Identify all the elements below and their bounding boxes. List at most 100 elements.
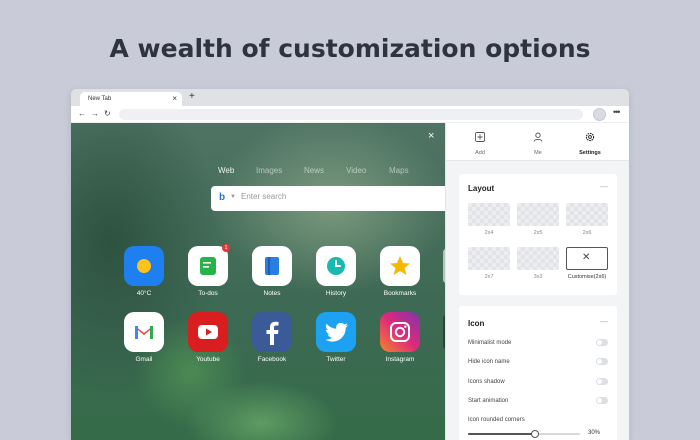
setting-label: Minimalist mode bbox=[468, 340, 512, 346]
app-facebook[interactable]: Facebook bbox=[247, 312, 297, 363]
layout-thumbnail: ✕ bbox=[566, 247, 608, 270]
layout-title: Layout bbox=[468, 184, 495, 193]
setting-label: Hide icon name bbox=[468, 359, 510, 365]
youtube-icon bbox=[188, 312, 228, 352]
instagram-icon bbox=[380, 312, 420, 352]
setting-icons-shadow: Icons shadow bbox=[468, 378, 608, 388]
app-label: Bookmarks bbox=[383, 290, 417, 297]
layout-option-customise[interactable]: ✕ Customise(2x6) bbox=[566, 247, 608, 280]
user-icon bbox=[533, 132, 543, 142]
search-tab-news[interactable]: News bbox=[304, 166, 324, 175]
icons-shadow-toggle[interactable] bbox=[596, 378, 608, 385]
chevron-down-icon[interactable]: ▼ bbox=[230, 194, 236, 200]
close-icon[interactable]: × bbox=[428, 130, 434, 142]
layout-option-2x6[interactable]: 2x6 bbox=[566, 203, 608, 236]
app-label: Instagram bbox=[385, 356, 415, 363]
app-weather[interactable]: 40°C bbox=[119, 246, 169, 297]
layout-card: Layout — 2x4 2x5 2x6 2x7 3x3 ✕ Customise… bbox=[459, 174, 617, 295]
more-menu-icon[interactable]: ••• bbox=[613, 107, 621, 117]
setting-label: Icons shadow bbox=[468, 379, 505, 385]
rounded-corners-slider[interactable] bbox=[468, 430, 580, 438]
weather-icon bbox=[124, 246, 164, 286]
layout-option-2x5[interactable]: 2x5 bbox=[517, 203, 559, 236]
todo-icon: 1 bbox=[188, 244, 230, 286]
gear-icon bbox=[585, 132, 595, 142]
layout-label: Customise(2x6) bbox=[567, 274, 607, 280]
hide-icon-name-toggle[interactable] bbox=[596, 358, 608, 365]
page-headline: A wealth of customization options bbox=[109, 34, 591, 63]
collapse-icon[interactable]: — bbox=[600, 182, 608, 191]
reload-button[interactable]: ↻ bbox=[104, 109, 111, 118]
me-button[interactable]: Me bbox=[516, 129, 560, 156]
app-youtube[interactable]: Youtube bbox=[183, 312, 233, 363]
layout-thumbnail bbox=[566, 203, 608, 226]
layout-label: 2x4 bbox=[484, 230, 494, 236]
facebook-icon bbox=[252, 312, 292, 352]
gmail-icon bbox=[124, 312, 164, 352]
layout-thumbnail bbox=[517, 203, 559, 226]
app-label: Youtube bbox=[196, 356, 220, 363]
app-label: Gmail bbox=[135, 356, 153, 363]
nav-bar: ← → ↻ ••• bbox=[71, 106, 629, 123]
browser-window: New Tab × + ← → ↻ ••• × Web Images News … bbox=[71, 89, 629, 440]
add-label: Add bbox=[475, 150, 485, 156]
address-bar[interactable] bbox=[119, 109, 583, 120]
new-tab-button[interactable]: + bbox=[189, 91, 195, 102]
panel-top-bar: Add Me Settings bbox=[446, 123, 629, 161]
search-tab-video[interactable]: Video bbox=[346, 166, 366, 175]
setting-start-animation: Start animation bbox=[468, 397, 608, 407]
app-label: Facebook bbox=[257, 356, 287, 363]
avatar[interactable] bbox=[593, 108, 606, 121]
layout-option-3x3[interactable]: 3x3 bbox=[517, 247, 559, 280]
app-gmail[interactable]: Gmail bbox=[119, 312, 169, 363]
layout-option-2x4[interactable]: 2x4 bbox=[468, 203, 510, 236]
layout-thumbnail bbox=[468, 203, 510, 226]
tab-bar: New Tab × + bbox=[71, 89, 629, 106]
slider-fill bbox=[468, 433, 536, 435]
app-todos[interactable]: 1 To-dos bbox=[183, 244, 233, 297]
search-box: b ▼ bbox=[211, 186, 445, 211]
app-history[interactable]: History bbox=[311, 246, 361, 297]
settings-panel: Add Me Settings Layout — 2x4 2x5 2x6 2x7… bbox=[445, 123, 629, 440]
layout-label: 2x6 bbox=[582, 230, 592, 236]
new-tab-page: × Web Images News Video Maps b ▼ 40°C 1 … bbox=[71, 123, 445, 440]
app-label: 40°C bbox=[136, 290, 152, 297]
app-twitter[interactable]: Twitter bbox=[311, 312, 361, 363]
settings-button[interactable]: Settings bbox=[568, 129, 612, 156]
app-label: Twitter bbox=[326, 356, 346, 363]
search-tab-images[interactable]: Images bbox=[256, 166, 282, 175]
minimalist-mode-toggle[interactable] bbox=[596, 339, 608, 346]
notes-icon bbox=[252, 246, 292, 286]
layout-label: 3x3 bbox=[533, 274, 543, 280]
icon-card: Icon — Minimalist mode Hide icon name Ic… bbox=[459, 306, 617, 440]
forward-button[interactable]: → bbox=[91, 109, 99, 118]
app-instagram[interactable]: Instagram bbox=[375, 312, 425, 363]
collapse-icon[interactable]: — bbox=[600, 317, 608, 326]
layout-label: 2x7 bbox=[484, 274, 494, 280]
start-animation-toggle[interactable] bbox=[596, 397, 608, 404]
add-icon bbox=[475, 132, 485, 142]
close-icon[interactable]: × bbox=[172, 94, 177, 103]
back-button[interactable]: ← bbox=[78, 109, 86, 118]
customize-icon: ✕ bbox=[582, 252, 591, 263]
twitter-icon bbox=[316, 312, 356, 352]
search-input[interactable] bbox=[241, 192, 441, 201]
setting-hide-icon-name: Hide icon name bbox=[468, 358, 608, 368]
search-tab-maps[interactable]: Maps bbox=[389, 166, 409, 175]
tab-new-tab[interactable]: New Tab × bbox=[80, 92, 182, 106]
bookmarks-icon bbox=[380, 246, 420, 286]
app-label: To-dos bbox=[198, 290, 218, 297]
slider-thumb[interactable] bbox=[531, 430, 540, 438]
layout-thumbnail bbox=[468, 247, 510, 270]
setting-icon-rounded-corners: Icon rounded corners bbox=[468, 416, 608, 426]
search-tabs: Web Images News Video Maps bbox=[71, 166, 445, 178]
history-icon bbox=[316, 246, 356, 286]
bing-icon[interactable]: b bbox=[219, 192, 225, 203]
app-bookmarks[interactable]: Bookmarks bbox=[375, 246, 425, 297]
app-label: History bbox=[325, 290, 347, 297]
tab-title: New Tab bbox=[88, 96, 112, 102]
app-notes[interactable]: Notes bbox=[247, 246, 297, 297]
layout-option-2x7[interactable]: 2x7 bbox=[468, 247, 510, 280]
add-button[interactable]: Add bbox=[458, 129, 502, 156]
search-tab-web[interactable]: Web bbox=[218, 166, 234, 175]
